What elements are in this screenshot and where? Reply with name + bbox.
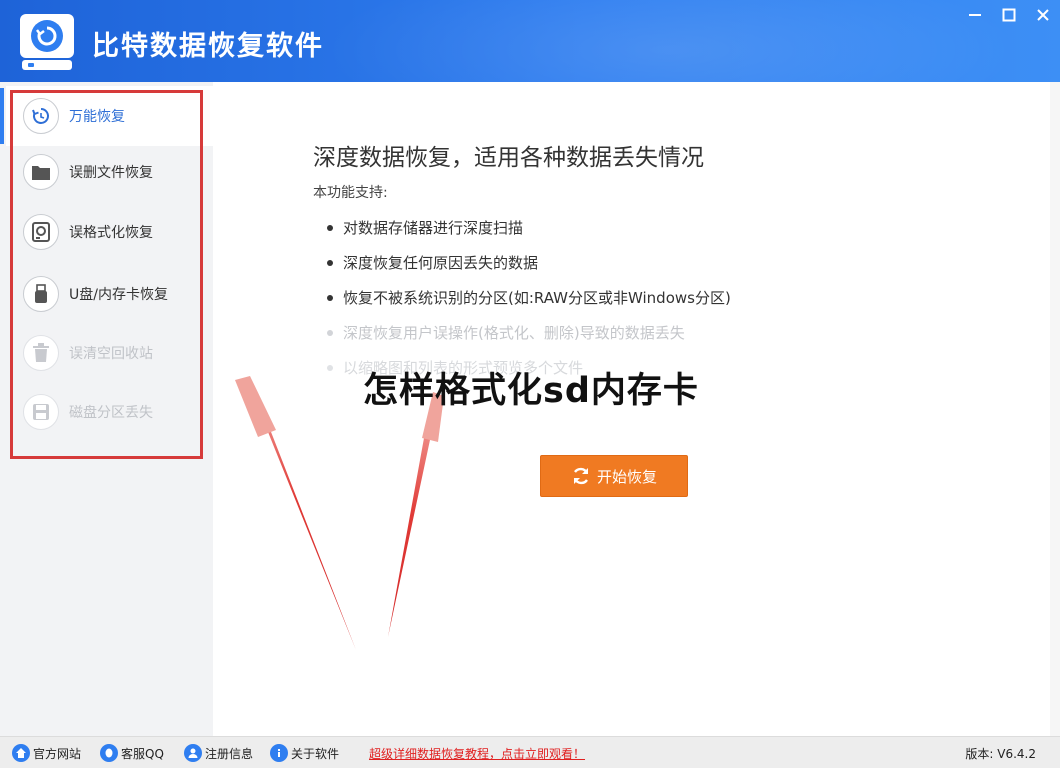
bullet-icon (327, 329, 333, 336)
official-site-label: 官方网站 (33, 746, 82, 761)
bullet-icon (327, 294, 333, 301)
sidebar-item-usb-card-recovery[interactable]: U盘/内存卡恢复 (6, 264, 213, 324)
official-site-link[interactable]: 官方网站 (12, 737, 81, 768)
minimize-icon (969, 14, 981, 16)
about-software-link[interactable]: 关于软件 (270, 737, 339, 768)
feature-text: 恢复不被系统识别的分区(如:RAW分区或非Windows分区) (343, 289, 731, 307)
close-icon (1037, 9, 1049, 21)
feature-item: 深度恢复任何原因丢失的数据 (327, 252, 538, 273)
partition-icon (23, 394, 59, 430)
sidebar-item-partition-recovery[interactable]: 磁盘分区丢失 (6, 382, 213, 442)
version-label: 版本: V6.4.2 (965, 746, 1036, 761)
disk-icon (23, 214, 59, 250)
overlay-title: 怎样格式化sd内存卡 (363, 371, 699, 411)
close-button[interactable] (1026, 0, 1060, 30)
about-software-label: 关于软件 (291, 746, 340, 761)
sidebar-item-label: 万能恢复 (69, 109, 125, 125)
status-bar: 官方网站 客服QQ 注册信息 关于软件 超级详细数据恢复教程，点击立即观看！ 版… (0, 736, 1060, 768)
sidebar-item-universal-recovery[interactable]: 万能恢复 (0, 86, 213, 146)
maximize-icon (1002, 8, 1016, 22)
restore-icon (23, 98, 59, 134)
sidebar-item-deleted-file-recovery[interactable]: 误删文件恢复 (6, 142, 213, 202)
app-logo-icon (20, 14, 74, 70)
minimize-button[interactable] (958, 0, 992, 30)
feature-text: 深度恢复用户误操作(格式化、删除)导致的数据丢失 (343, 324, 685, 342)
sidebar-item-label: 误格式化恢复 (69, 225, 153, 241)
sidebar-item-label: 误删文件恢复 (69, 165, 153, 181)
header-glow (320, 0, 1020, 82)
qq-icon (100, 744, 118, 762)
register-info-label: 注册信息 (205, 746, 254, 761)
feature-item: 深度恢复用户误操作(格式化、删除)导致的数据丢失 (327, 322, 685, 343)
feature-text: 对数据存储器进行深度扫描 (343, 219, 524, 237)
sidebar-item-format-recovery[interactable]: 误格式化恢复 (6, 202, 213, 262)
usb-icon (23, 276, 59, 312)
support-qq-link[interactable]: 客服QQ (100, 737, 164, 768)
bullet-icon (327, 259, 333, 266)
start-recovery-button[interactable]: 开始恢复 (540, 455, 688, 497)
title-bar: 比特数据恢复软件 (0, 0, 1060, 82)
info-icon (270, 744, 288, 762)
feature-item: 恢复不被系统识别的分区(如:RAW分区或非Windows分区) (327, 287, 731, 308)
sidebar-item-label: 误清空回收站 (69, 346, 153, 362)
sidebar: 万能恢复 误删文件恢复 误格式化恢复 U盘/内存卡恢复 误清空回收站 磁盘分区丢… (0, 82, 213, 736)
support-qq-label: 客服QQ (121, 746, 164, 761)
window-controls (958, 0, 1060, 30)
bullet-icon (327, 224, 333, 231)
folder-icon (23, 154, 59, 190)
bullet-icon (327, 364, 333, 371)
support-label: 本功能支持: (313, 185, 388, 201)
feature-text: 深度恢复任何原因丢失的数据 (343, 254, 539, 272)
trash-icon (23, 335, 59, 371)
sidebar-item-recycle-bin-recovery[interactable]: 误清空回收站 (6, 323, 213, 383)
sidebar-item-label: 磁盘分区丢失 (69, 405, 153, 421)
user-icon (184, 744, 202, 762)
feature-item: 对数据存储器进行深度扫描 (327, 217, 523, 238)
scrollbar[interactable] (1050, 82, 1060, 736)
tutorial-promo-link[interactable]: 超级详细数据恢复教程，点击立即观看！ (369, 737, 585, 768)
sidebar-item-label: U盘/内存卡恢复 (69, 287, 168, 303)
app-title: 比特数据恢复软件 (92, 31, 324, 62)
page-title: 深度数据恢复，适用各种数据丢失情况 (313, 145, 704, 171)
refresh-icon (573, 467, 589, 485)
register-info-link[interactable]: 注册信息 (184, 737, 253, 768)
home-icon (12, 744, 30, 762)
maximize-button[interactable] (992, 0, 1026, 30)
start-recovery-label: 开始恢复 (596, 467, 657, 486)
